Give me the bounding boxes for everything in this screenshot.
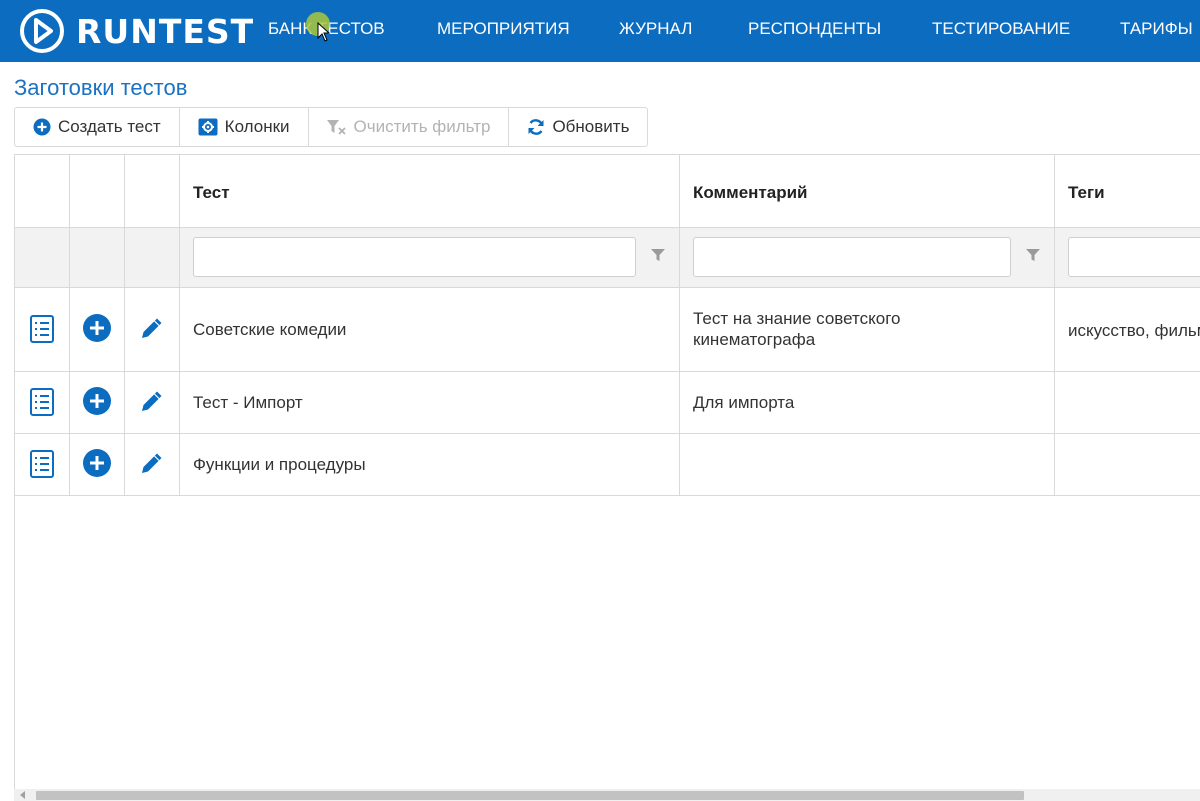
row-edit-cell: [125, 288, 180, 371]
pencil-icon[interactable]: [140, 316, 164, 340]
page-title: Заготовки тестов: [14, 75, 188, 100]
list-icon[interactable]: [30, 450, 54, 478]
mouse-cursor-icon: [317, 22, 331, 42]
nav-item-tariffs[interactable]: ТАРИФЫ: [1120, 19, 1193, 39]
horizontal-scrollbar[interactable]: [14, 789, 1200, 801]
row-test-cell: Тест - Импорт: [180, 372, 680, 433]
filter-cell-add: [70, 228, 125, 287]
row-view-cell: [15, 372, 70, 433]
row-view-cell: [15, 434, 70, 495]
create-test-label: Создать тест: [58, 117, 161, 136]
nav-item-journal[interactable]: ЖУРНАЛ: [619, 19, 692, 39]
row-comment-cell: [680, 434, 1055, 495]
scrollbar-thumb[interactable]: [36, 791, 1024, 800]
filter-cell-view: [15, 228, 70, 287]
columns-label: Колонки: [224, 117, 290, 136]
refresh-button[interactable]: Обновить: [509, 108, 647, 146]
refresh-label: Обновить: [552, 117, 630, 136]
row-tags-cell: искусство, фильмы: [1055, 288, 1200, 371]
comment-line-1: Тест на знание советского: [693, 309, 901, 328]
filter-cell-edit: [125, 228, 180, 287]
logo-play-icon: [20, 9, 64, 53]
add-circle-icon[interactable]: [83, 387, 111, 415]
comment-filter-input[interactable]: [693, 237, 1011, 277]
nav-item-respondents[interactable]: РЕСПОНДЕНТЫ: [748, 19, 881, 39]
nav-item-testing[interactable]: ТЕСТИРОВАНИЕ: [932, 19, 1070, 39]
clear-filter-label: Очистить фильтр: [353, 117, 491, 136]
add-circle-icon[interactable]: [83, 314, 111, 342]
list-icon[interactable]: [30, 315, 54, 343]
comment-line-2: кинематографа: [693, 330, 816, 349]
columns-button[interactable]: Колонки: [180, 108, 309, 146]
row-comment-cell: Тест на знание советского кинематографа: [680, 288, 1055, 371]
list-icon[interactable]: [30, 388, 54, 416]
header-cell-test[interactable]: Тест: [180, 155, 680, 227]
grid-filter-row: [15, 228, 1200, 288]
header-cell-comment[interactable]: Комментарий: [680, 155, 1055, 227]
filter-cell-tags: [1055, 228, 1200, 287]
logo[interactable]: RUNTEST: [18, 7, 254, 55]
row-test-cell: Функции и процедуры: [180, 434, 680, 495]
pencil-icon[interactable]: [140, 389, 164, 413]
test-name: Функции и процедуры: [193, 455, 366, 474]
header-comment-label: Комментарий: [693, 183, 808, 202]
row-tags-cell: [1055, 434, 1200, 495]
add-circle-icon[interactable]: [83, 449, 111, 477]
header-cell-tags[interactable]: Теги: [1055, 155, 1200, 227]
nav-item-events[interactable]: МЕРОПРИЯТИЯ: [437, 19, 570, 39]
row-view-cell: [15, 288, 70, 371]
tags-filter-input[interactable]: [1068, 237, 1200, 277]
row-add-cell: [70, 288, 125, 371]
row-edit-cell: [125, 434, 180, 495]
refresh-icon: [527, 118, 545, 136]
pencil-icon[interactable]: [140, 451, 164, 475]
table-row[interactable]: Тест - Импорт Для импорта: [15, 372, 1200, 434]
header-cell-add: [70, 155, 125, 227]
scroll-left-arrow-icon[interactable]: [20, 791, 25, 799]
row-comment-cell: Для импорта: [680, 372, 1055, 433]
filter-icon[interactable]: [1026, 248, 1040, 262]
filter-clear-icon: [326, 119, 347, 135]
comment-line-1: Для импорта: [693, 393, 795, 412]
row-edit-cell: [125, 372, 180, 433]
filter-icon[interactable]: [651, 248, 665, 262]
row-test-cell: Советские комедии: [180, 288, 680, 371]
toolbar: Создать тест Колонки Очистить фильтр Обн…: [14, 107, 649, 147]
header-cell-view: [15, 155, 70, 227]
tags-text: искусство, фильмы: [1068, 321, 1200, 340]
test-name: Тест - Импорт: [193, 393, 303, 412]
top-navbar: RUNTEST БАНК ТЕСТОВ МЕРОПРИЯТИЯ ЖУРНАЛ Р…: [0, 0, 1200, 62]
test-filter-input[interactable]: [193, 237, 636, 277]
header-test-label: Тест: [193, 183, 230, 202]
filter-cell-test: [180, 228, 680, 287]
header-tags-label: Теги: [1068, 183, 1105, 202]
table-row[interactable]: Функции и процедуры: [15, 434, 1200, 496]
gear-icon: [198, 118, 218, 136]
plus-circle-icon: [33, 118, 51, 136]
table-row[interactable]: Советские комедии Тест на знание советск…: [15, 288, 1200, 372]
header-cell-edit: [125, 155, 180, 227]
clear-filter-button[interactable]: Очистить фильтр: [309, 108, 510, 146]
test-name: Советские комедии: [193, 320, 347, 339]
tests-grid: Тест Комментарий Теги Советские комедии …: [14, 154, 1200, 796]
create-test-button[interactable]: Создать тест: [15, 108, 180, 146]
grid-header-row: Тест Комментарий Теги: [15, 155, 1200, 228]
row-add-cell: [70, 372, 125, 433]
row-add-cell: [70, 434, 125, 495]
filter-cell-comment: [680, 228, 1055, 287]
row-tags-cell: [1055, 372, 1200, 433]
logo-text: RUNTEST: [76, 11, 255, 51]
